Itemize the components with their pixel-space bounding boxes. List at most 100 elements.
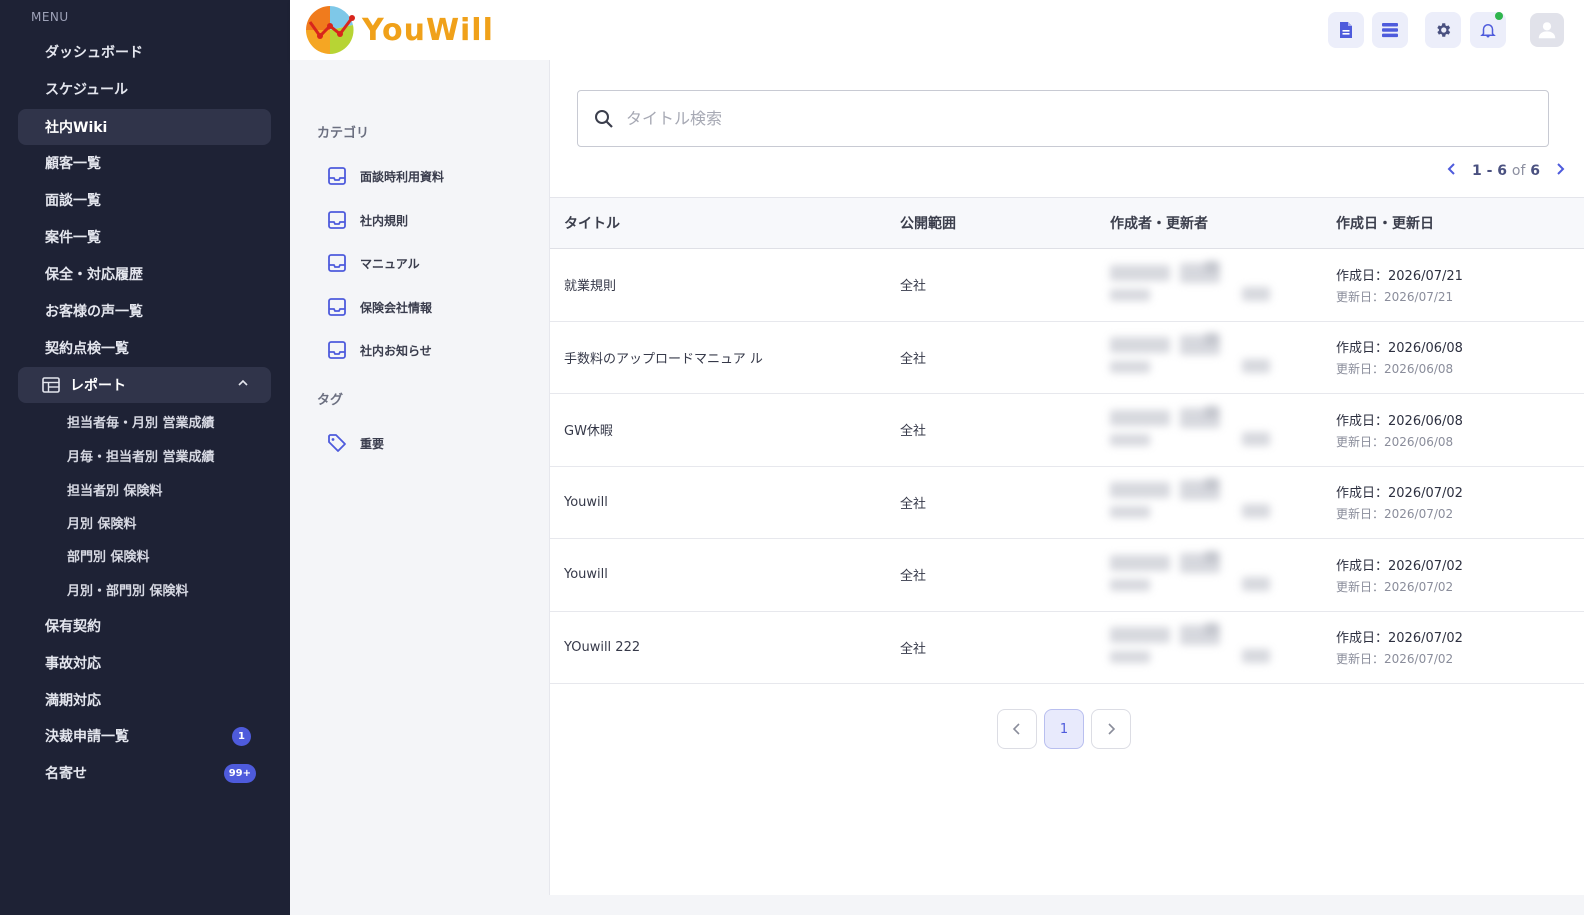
header-title[interactable]: タイトル (550, 198, 900, 249)
menu-label: MENU (31, 10, 69, 24)
sidebar-item-contracts[interactable]: 保有契約 (18, 608, 271, 644)
list-view-button[interactable] (1372, 12, 1408, 48)
sidebar-item-approvals[interactable]: 決裁申請一覧 1 (18, 718, 271, 754)
chevron-right-icon (1108, 723, 1116, 735)
row-scope: 全社 (900, 351, 927, 367)
list-icon (1382, 23, 1398, 38)
category-item[interactable]: 社内お知らせ (326, 339, 432, 361)
category-label: 社内お知らせ (360, 343, 432, 358)
row-title[interactable]: 手数料のアップロードマニュア ル (550, 321, 900, 394)
row-author (1110, 321, 1336, 394)
sidebar-item-interviews[interactable]: 面談一覧 (18, 182, 271, 218)
document-button[interactable] (1328, 12, 1364, 48)
header-dates[interactable]: 作成日・更新日 (1336, 198, 1584, 249)
sidebar-item-accidents[interactable]: 事故対応 (18, 645, 271, 681)
category-item[interactable]: 社内規則 (326, 209, 408, 231)
sidebar-item-name-merge-label: 名寄せ (45, 766, 87, 782)
row-author (1110, 611, 1336, 684)
row-title[interactable]: Youwill (550, 466, 900, 539)
updated-date: 更新日：2026/07/02 (1336, 652, 1454, 667)
logo[interactable]: YouWill (304, 4, 494, 56)
category-label: 面談時利用資料 (360, 169, 445, 184)
page-button-current[interactable]: 1 (1044, 709, 1084, 749)
notifications-button[interactable] (1470, 12, 1506, 48)
chevron-left-icon (1012, 723, 1020, 735)
sidebar-item-maturity[interactable]: 満期対応 (18, 682, 271, 718)
sidebar-item-cases[interactable]: 案件一覧 (18, 219, 271, 255)
sidebar-item-name-merge[interactable]: 名寄せ 99+ (18, 755, 271, 791)
report-icon (42, 377, 60, 393)
sidebar-item-report-label: レポート (70, 378, 126, 394)
next-page-button[interactable] (1091, 709, 1131, 749)
row-author (1110, 466, 1336, 539)
category-item[interactable]: マニュアル (326, 252, 420, 274)
row-title[interactable]: YOuwill 222 (550, 611, 900, 684)
table-row[interactable]: GW休暇 全社 作成日：2026/06/08 更新日：2026/06/08 (550, 394, 1584, 467)
sidebar-item-customers[interactable]: 顧客一覧 (18, 145, 271, 181)
sidebar-item-wiki[interactable]: 社内Wiki (18, 109, 271, 145)
sidebar-subitem-sales-by-month-rep[interactable]: 月毎・担当者別 営業成績 (67, 446, 215, 465)
prev-page-button[interactable] (997, 709, 1037, 749)
category-item[interactable]: 保険会社情報 (326, 296, 432, 318)
header-author[interactable]: 作成者・更新者 (1110, 198, 1336, 249)
inbox-icon (326, 296, 348, 318)
updated-date: 更新日：2026/07/21 (1336, 289, 1454, 304)
pagination-range-value: 1 - 6 (1471, 163, 1507, 179)
table-row[interactable]: 手数料のアップロードマニュア ル全社 作成日：2026/06/08 更新日：2026… (550, 321, 1584, 394)
row-dates: 作成日：2026/07/21 更新日：2026/07/21 (1336, 249, 1584, 322)
row-dates: 作成日：2026/07/02 更新日：2026/07/02 (1336, 611, 1584, 684)
sidebar-subitem-premium-by-month[interactable]: 月別 保険料 (67, 513, 137, 532)
table-row[interactable]: Youwill 全社 作成日：2026/07/02 更新日：2026/07/02 (550, 466, 1584, 539)
table-header-row: タイトル 公開範囲 作成者・更新者 作成日・更新日 (550, 197, 1584, 249)
author-avatar-blurred (1110, 404, 1280, 456)
sidebar-item-maintenance[interactable]: 保全・対応履歴 (18, 256, 271, 292)
category-heading: カテゴリ (317, 126, 370, 141)
table-row[interactable]: YOuwill 222 全社 作成日：2026/07/02 更新日：2026/07/0… (550, 611, 1584, 684)
category-label: 保険会社情報 (360, 300, 433, 315)
sidebar-item-contract-check[interactable]: 契約点検一覧 (18, 330, 271, 366)
sidebar-subitem-premium-by-rep[interactable]: 担当者別 保険料 (67, 480, 163, 499)
updated-date: 更新日：2026/07/02 (1336, 507, 1454, 522)
sidebar-item-report[interactable]: レポート (18, 367, 271, 403)
row-title[interactable]: 就業規則 (550, 249, 900, 322)
chevron-left-icon[interactable] (1446, 162, 1458, 180)
tag-item[interactable]: 重要 (326, 432, 384, 454)
created-date: 作成日：2026/07/02 (1336, 558, 1463, 574)
table-row[interactable]: 就業規則 全社 作成日：2026/07/21 更新日：2026/07/21 (550, 249, 1584, 322)
settings-button[interactable] (1425, 12, 1461, 48)
search-input[interactable] (626, 109, 1526, 128)
chevron-right-icon[interactable] (1554, 162, 1566, 180)
category-item[interactable]: 面談時利用資料 (326, 165, 444, 187)
row-dates: 作成日：2026/06/08 更新日：2026/06/08 (1336, 394, 1584, 467)
sidebar-subitem-premium-by-month-dept[interactable]: 月別・部門別 保険料 (67, 580, 189, 599)
chevron-up-icon[interactable] (237, 377, 249, 393)
created-date: 作成日：2026/07/02 (1336, 486, 1463, 502)
inbox-icon (326, 252, 348, 274)
row-scope: 全社 (900, 496, 927, 512)
row-scope: 全社 (900, 424, 927, 440)
inbox-icon (326, 339, 348, 361)
user-avatar[interactable] (1530, 13, 1564, 47)
search-box[interactable] (577, 90, 1549, 147)
row-scope: 全社 (900, 569, 927, 585)
pagination-total: 6 (1530, 163, 1540, 179)
table-row[interactable]: Youwill 全社 作成日：2026/07/02 更新日：2026/07/02 (550, 539, 1584, 612)
sidebar-subitem-sales-by-rep-month[interactable]: 担当者毎・月別 営業成績 (67, 412, 215, 431)
header-scope[interactable]: 公開範囲 (900, 198, 1110, 249)
row-dates: 作成日：2026/07/02 更新日：2026/07/02 (1336, 539, 1584, 612)
sidebar-subitem-premium-by-dept[interactable]: 部門別 保険料 (67, 546, 150, 565)
main-content: 1 - 6 of 6 タイトル 公開範囲 作成者・更新者 作成日・更新日 就業規… (549, 60, 1584, 895)
sidebar-item-schedule[interactable]: スケジュール (18, 71, 271, 107)
approvals-count-badge: 1 (232, 726, 251, 746)
author-avatar-blurred (1110, 331, 1280, 383)
sidebar-item-voices[interactable]: お客様の声一覧 (18, 293, 271, 329)
row-author (1110, 394, 1336, 467)
row-title[interactable]: GW休暇 (550, 394, 900, 467)
sidebar-item-dashboard[interactable]: ダッシュボード (18, 34, 271, 70)
tag-heading: タグ (317, 393, 344, 408)
category-panel: カテゴリ 面談時利用資料 社内規則 マニュアル 保険会社情報 社内お知らせ タグ… (290, 60, 550, 915)
created-date: 作成日：2026/07/21 (1336, 268, 1463, 284)
tag-label: 重要 (360, 436, 385, 451)
row-title[interactable]: Youwill (550, 539, 900, 612)
row-scope: 全社 (900, 279, 927, 295)
